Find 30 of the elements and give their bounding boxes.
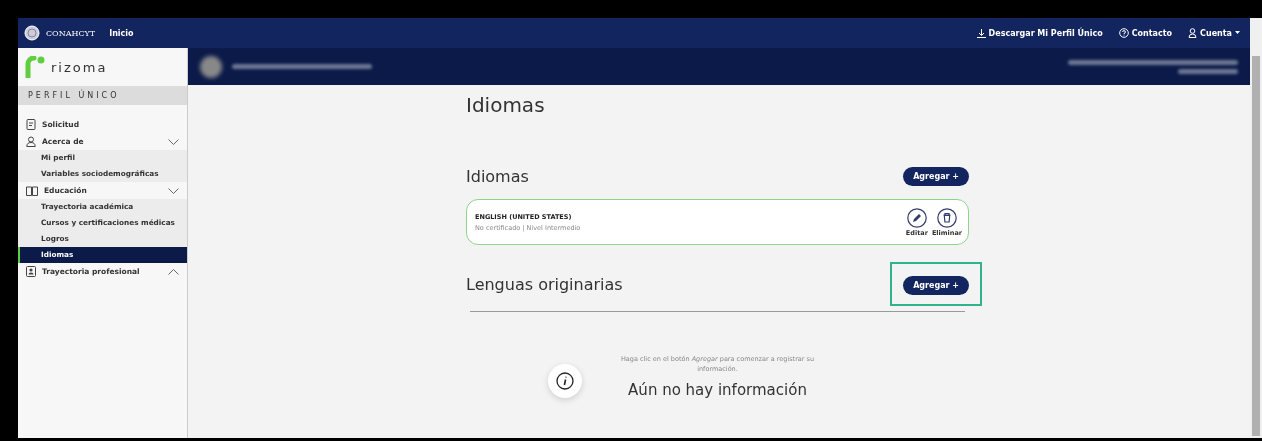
- logo-icon: [24, 56, 46, 78]
- scrollbar-thumb[interactable]: [1252, 56, 1260, 436]
- info-icon: [556, 372, 574, 390]
- trash-icon: [936, 207, 957, 228]
- account-menu[interactable]: Cuenta: [1188, 28, 1240, 38]
- pencil-icon: [906, 207, 927, 228]
- caret-icon: [1235, 31, 1240, 35]
- add-button[interactable]: Agregar +: [903, 166, 969, 186]
- info-button[interactable]: [548, 364, 582, 398]
- download-link[interactable]: Descargar Mi Perfil Único: [976, 28, 1103, 38]
- seal-icon: [24, 25, 40, 41]
- section-heading: PERFIL ÚNICO: [18, 86, 187, 105]
- help-icon: [1118, 28, 1129, 38]
- empty-state-title: Aún no hay información: [628, 380, 807, 399]
- id-badge-icon: [26, 266, 36, 277]
- brand-logo-text: CONAHCYT: [46, 28, 96, 38]
- section-title: Idiomas: [466, 166, 529, 186]
- document-icon: [26, 119, 36, 130]
- home-link[interactable]: Inicio: [109, 28, 134, 38]
- redacted-text: [1178, 68, 1238, 74]
- page-title: Idiomas: [466, 93, 546, 117]
- contact-link[interactable]: Contacto: [1118, 28, 1173, 38]
- avatar-placeholder: [200, 55, 222, 78]
- download-icon: [976, 28, 986, 38]
- user-icon: [1188, 28, 1198, 38]
- person-icon: [26, 136, 36, 147]
- book-icon: [26, 185, 38, 196]
- section-title: Lenguas originarias: [466, 274, 623, 294]
- add-button[interactable]: Agregar +: [903, 276, 969, 295]
- logo-text: rizoma: [51, 59, 108, 75]
